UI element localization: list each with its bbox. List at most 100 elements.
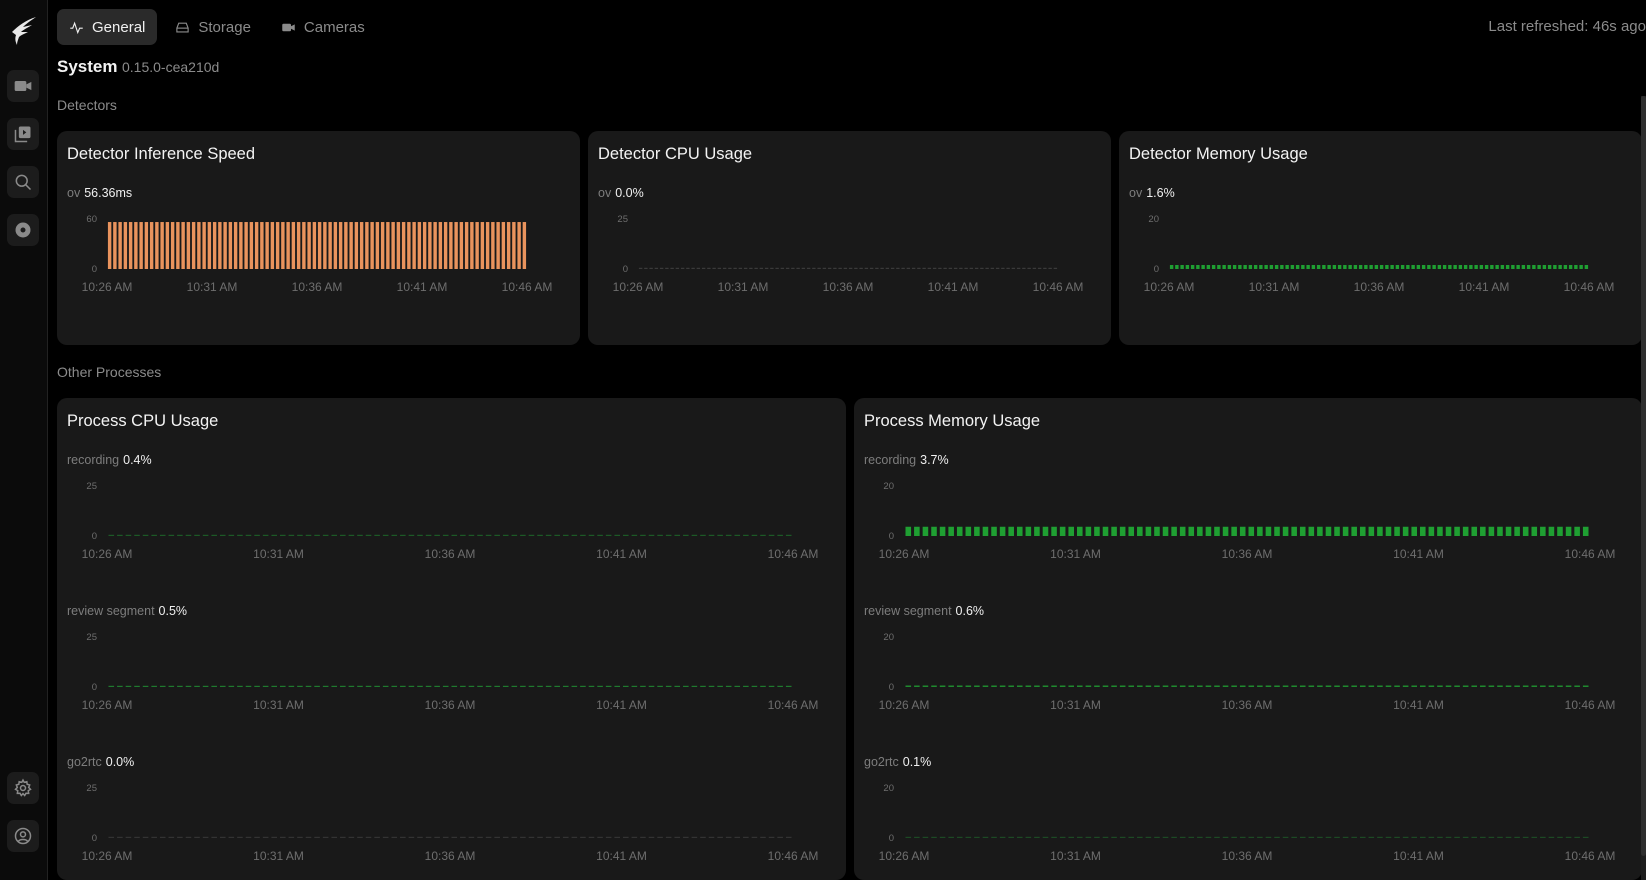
chart-bar (1548, 685, 1555, 687)
chart-bar (134, 836, 140, 838)
chart-bar (425, 685, 432, 687)
chart-bar (1532, 265, 1536, 269)
chart-bar (228, 836, 235, 838)
chart-bar (614, 836, 620, 838)
chart-cpu-recording: 0 25 10:26 AM 10:31 AM 10:36 AM 10:41 AM 10:46… (82, 481, 819, 561)
chart-bar (442, 685, 449, 687)
chart-bar (359, 222, 364, 269)
chart-bar (1385, 685, 1392, 687)
x-tick-label: 10:31 AM (187, 280, 238, 294)
chart-bar (1368, 685, 1375, 687)
chart-bar (700, 534, 706, 536)
chart-bar (1317, 685, 1323, 687)
chart-bar (142, 685, 149, 687)
chart-bar (974, 836, 980, 838)
chart-bar (1011, 267, 1016, 269)
chart-bar (922, 526, 929, 536)
chart-bar (380, 222, 385, 269)
tab-storage[interactable]: Storage (163, 9, 263, 45)
chart-bar (1034, 685, 1040, 687)
chart-bar (477, 836, 483, 838)
chart-bar (1008, 836, 1014, 838)
chart-bar (1291, 526, 1297, 536)
chart-bar (400, 534, 406, 536)
chart-bar (743, 267, 748, 269)
sidebar-item-account[interactable] (7, 820, 39, 852)
metric-row: go2rtc 0.0% (67, 755, 134, 769)
x-tick-label: 10:36 AM (823, 280, 874, 294)
chart-bar (254, 222, 259, 269)
x-tick-label: 10:26 AM (613, 280, 664, 294)
chart-bar (1137, 836, 1143, 838)
chart-bar (1016, 267, 1021, 269)
sidebar-item-live[interactable] (7, 70, 39, 102)
sidebar-item-settings[interactable] (7, 772, 39, 804)
tab-cameras[interactable]: Cameras (269, 9, 377, 45)
chart-bar (770, 267, 774, 269)
scrollbar-thumb[interactable] (1641, 96, 1646, 856)
chart-bar (197, 222, 201, 269)
chart-bar (502, 685, 509, 687)
chart-bar (1037, 267, 1042, 269)
chart-bar (1332, 265, 1337, 269)
chart-cpu-review-segment: 0 25 10:26 AM 10:31 AM 10:36 AM 10:41 AM 10:46… (82, 632, 819, 712)
chart-bar (1531, 836, 1538, 838)
chart-bar (245, 836, 252, 838)
chart-bar (468, 836, 475, 838)
chart-bar (914, 526, 920, 536)
chart-bar (640, 685, 646, 687)
chart-bar (391, 685, 398, 687)
chart-bar (1094, 836, 1100, 838)
y-tick-label: 20 (883, 481, 894, 492)
scrollbar[interactable] (1641, 96, 1646, 880)
chart-bar (1068, 526, 1074, 536)
chart-bar (775, 267, 779, 269)
chart-bar (249, 222, 254, 269)
chart-bar (717, 267, 722, 269)
chart-bar (985, 267, 989, 269)
chart-bar (980, 267, 984, 269)
chart-bar (1042, 836, 1049, 838)
chart-bar (1582, 685, 1589, 687)
section-label-detectors: Detectors (57, 97, 117, 113)
chart-bar (1377, 526, 1383, 536)
tab-general[interactable]: General (57, 9, 158, 45)
chart-bar (1197, 526, 1203, 536)
chart-bar (1563, 265, 1568, 269)
chart-bar (743, 836, 749, 838)
tab-label: General (92, 18, 146, 36)
chart-bar (683, 534, 689, 536)
chart-bar (425, 836, 432, 838)
chart-bar (223, 222, 227, 269)
sidebar-item-explore[interactable] (7, 166, 39, 198)
sidebar-item-export[interactable] (7, 214, 39, 246)
card-title: Process Memory Usage (864, 412, 1041, 430)
chart-bar (1402, 685, 1409, 687)
chart-bar (1411, 265, 1415, 269)
chart-bar (1214, 526, 1220, 536)
metric-row: go2rtc 0.1% (864, 755, 931, 769)
y-tick-label: 0 (889, 531, 894, 542)
card-title: Process CPU Usage (67, 412, 219, 430)
frigate-logo[interactable] (10, 14, 38, 46)
sidebar-item-review[interactable] (7, 118, 39, 150)
chart-bar (1420, 526, 1426, 536)
chart-cpu-go2rtc: 0 25 10:26 AM 10:31 AM 10:36 AM 10:41 AM 10:46… (82, 783, 819, 863)
chart-bar (1306, 265, 1310, 269)
chart-bar (1317, 526, 1323, 536)
y-tick-label: 0 (92, 531, 97, 542)
chart-bar (696, 267, 701, 269)
chart-bar (168, 836, 175, 838)
chart-bar (1196, 265, 1200, 269)
chart-bar (1522, 685, 1529, 687)
chart-bar (674, 836, 681, 838)
chart-bar (1025, 836, 1032, 838)
chart-bar (665, 685, 672, 687)
chart-bar (108, 685, 115, 687)
metric-row: ov 56.36ms (67, 186, 132, 200)
chart-bar (869, 267, 874, 269)
chart-memory-go2rtc: 0 20 10:26 AM 10:31 AM 10:36 AM 10:41 AM 10:46… (879, 783, 1616, 863)
chart-bar (194, 836, 200, 838)
x-tick-label: 10:41 AM (596, 547, 647, 561)
chart-bar (943, 267, 947, 269)
